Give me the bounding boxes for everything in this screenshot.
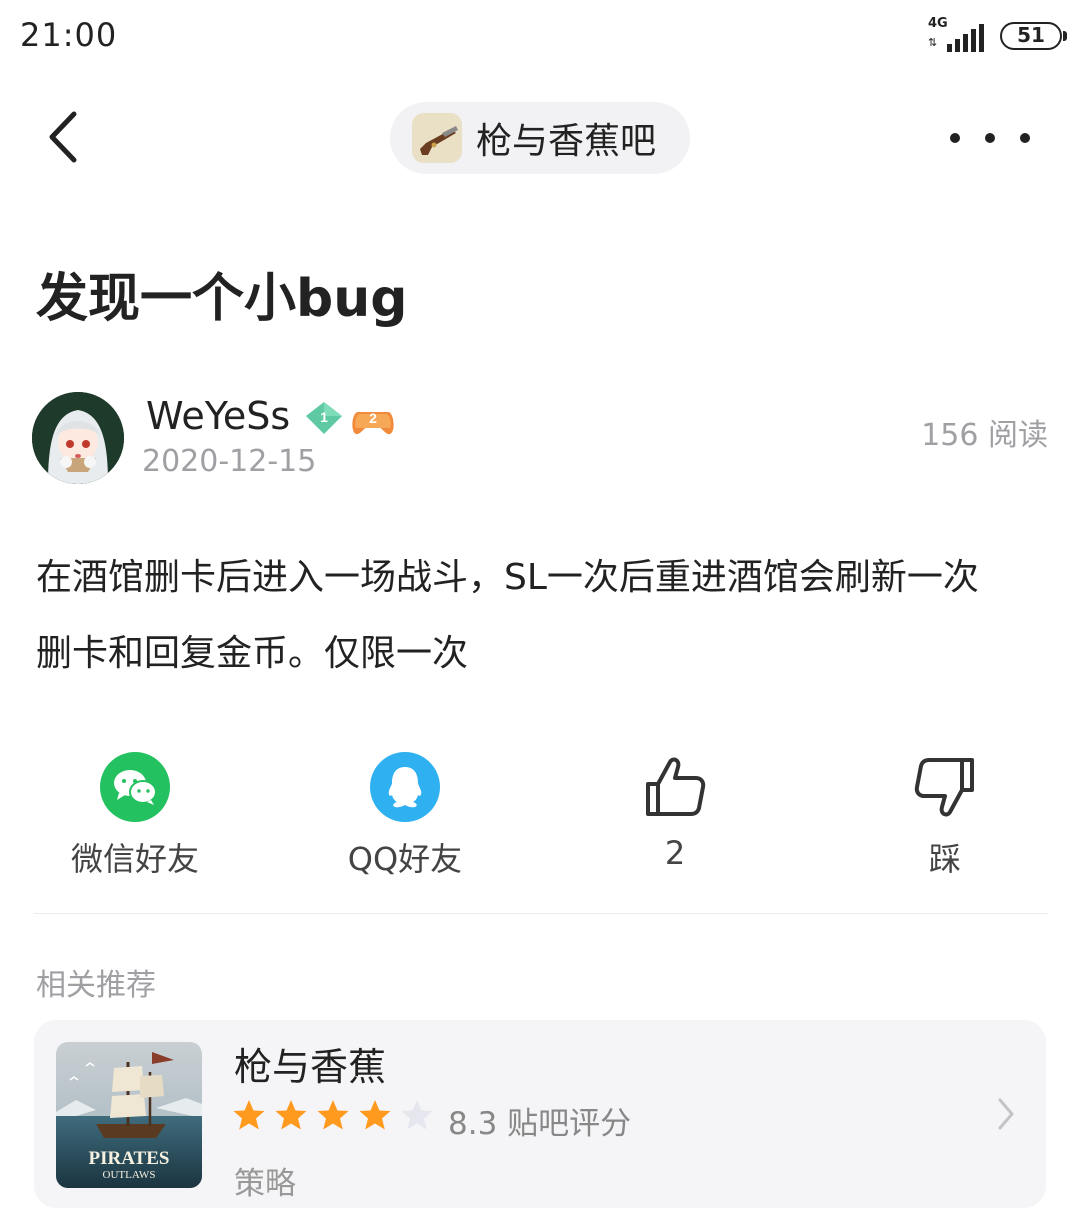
qq-icon [370,752,440,822]
forum-icon [412,113,462,163]
chevron-right-icon [998,1098,1014,1130]
post-body: 在酒馆删卡后进入一场战斗，SL一次后重进酒馆会刷新一次 删卡和回复金币。仅限一次 [36,540,1048,692]
more-options-button[interactable] [950,120,1030,156]
rating-text: 8.3 贴吧评分 [448,1106,632,1142]
rating-stars [232,1098,434,1132]
recommend-header: 相关推荐 [36,968,156,1003]
read-count: 156 阅读 [921,418,1048,453]
star-filled-icon [359,1100,391,1130]
recommend-game-card[interactable]: PIRATES OUTLAWS 枪与香蕉 8.3 贴吧评分 策略 [34,1020,1046,1208]
data-arrows-icon: ⇅ [928,36,938,49]
divider [34,913,1048,914]
author-name[interactable]: WeYeSs [146,394,290,438]
share-wechat-button[interactable]: 微信好友 [45,748,225,888]
battery-level: 51 [1017,23,1045,47]
thumbs-up-icon [646,757,706,816]
like-button[interactable]: 2 [585,748,765,888]
nav-bar: 枪与香蕉吧 [0,90,1080,186]
game-cover-image: PIRATES OUTLAWS [56,1042,202,1188]
star-empty-icon [401,1100,433,1130]
post-title: 发现一个小bug [36,269,408,329]
forum-button[interactable]: 枪与香蕉吧 [390,102,690,174]
qq-label: QQ好友 [347,840,463,878]
svg-text:1: 1 [320,409,328,425]
wechat-label: 微信好友 [70,840,199,878]
game-name: 枪与香蕉 [234,1045,387,1089]
post-date: 2020-12-15 [142,444,317,479]
svg-text:2: 2 [369,410,377,426]
forum-name: 枪与香蕉吧 [476,121,657,162]
star-filled-icon [233,1100,265,1130]
status-time: 21:00 [20,16,118,54]
battery-icon: 51 [1000,22,1067,50]
network-type: 4G [928,16,948,31]
svg-text:PIRATES: PIRATES [89,1148,170,1169]
post-actions: 微信好友 QQ好友 2 踩 [0,748,1080,888]
back-button[interactable] [36,102,96,172]
thumbs-down-icon [914,758,974,817]
star-filled-icon [275,1100,307,1130]
more-dot-icon [950,133,960,143]
star-filled-icon [317,1100,349,1130]
svg-text:OUTLAWS: OUTLAWS [103,1169,156,1181]
wechat-icon [100,752,170,822]
avatar[interactable] [32,392,124,484]
author-row: WeYeSs 1 2 2020-12-15 156 阅读 [32,392,1048,484]
dislike-button[interactable]: 踩 [855,748,1035,888]
status-icons: 4G ⇅ 51 [928,16,1067,54]
like-count: 2 [664,834,686,872]
more-dot-icon [985,133,995,143]
more-dot-icon [1020,133,1030,143]
dislike-label: 踩 [928,840,961,878]
game-tag: 策略 [234,1166,296,1202]
cellular-signal-icon: 4G ⇅ [928,16,984,54]
post-body-line: 删卡和回复金币。仅限一次 [36,633,469,674]
post-body-line: 在酒馆删卡后进入一场战斗，SL一次后重进酒馆会刷新一次 [36,557,979,598]
chevron-left-icon [49,111,77,163]
share-qq-button[interactable]: QQ好友 [315,748,495,888]
gamepad-badge-icon: 2 [352,410,394,435]
level-badge-icon: 1 [306,402,342,434]
status-bar: 21:00 4G ⇅ 51 [0,0,1080,72]
